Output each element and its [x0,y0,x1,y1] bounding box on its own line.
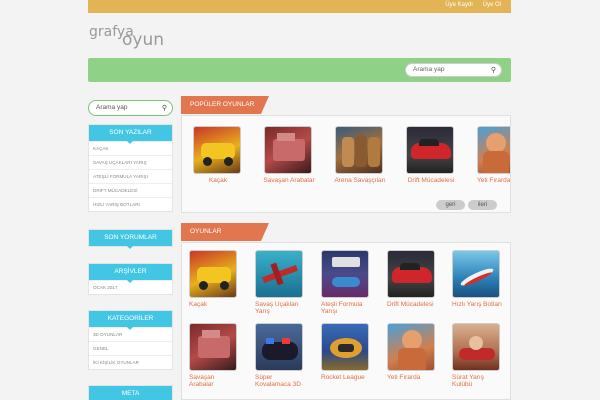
main-nav-bar: Arama yap ⚲ [88,58,511,82]
game-card[interactable]: Hızlı Yarış Botları [452,250,502,308]
popular-games-panel: Kaçak Savaşan Arabalar Arena Savaşçıları… [181,115,511,213]
widget-title: ARŞİVLER [89,264,172,283]
game-card[interactable]: Savaşan Arabalar [189,323,239,388]
game-title[interactable]: Sürat Yarış Kulübü [452,374,502,388]
sidebar-search-placeholder: Arama yap [96,104,128,111]
game-thumbnail[interactable] [477,126,510,174]
search-icon[interactable]: ⚲ [491,66,496,74]
game-title[interactable]: Arena Savaşçıları [325,177,395,184]
game-title[interactable]: Savaşan Arabalar [189,374,239,388]
section-tab-popular: POPÜLER OYUNLAR [181,96,269,114]
widget-categories: KATEGORİLER 3D OYUNLAR GENEL İKİ KİŞİLİK… [88,310,173,370]
sidebar-search-input[interactable]: Arama yap ⚲ [88,100,173,116]
game-thumbnail[interactable] [255,323,303,371]
game-title[interactable]: Kaçak [189,301,239,308]
game-thumbnail[interactable] [264,126,312,174]
recent-post-link[interactable]: DRIFT MÜCADELESİ [89,183,172,197]
widget-title: SON YAZILAR [89,125,172,144]
sidebar: Arama yap ⚲ SON YAZILAR KAÇAK SAVAŞ UÇAK… [88,100,173,400]
register-link[interactable]: Üye Kaydı [445,2,473,8]
game-thumbnail[interactable] [452,323,500,371]
next-button[interactable]: ileri [468,200,497,210]
game-card[interactable]: Yeti Fırarda [387,323,437,381]
game-thumbnail[interactable] [406,126,454,174]
top-bar: Üye Kaydı Üye Ol [88,0,511,13]
top-links: Üye Kaydı Üye Ol [437,2,501,8]
game-title[interactable]: Yeti Fırarda [477,177,510,184]
category-link[interactable]: GENEL [89,341,172,355]
game-title[interactable]: Ateşli Formula Yarışı [321,301,371,315]
game-card[interactable]: Arena Savaşçıları [334,126,386,184]
search-icon[interactable]: ⚲ [162,104,167,112]
game-title[interactable]: Hızlı Yarış Botları [452,301,502,308]
game-title[interactable]: Süper Kovalamaca 3D [255,374,305,388]
game-title[interactable]: Drift Mücadelesi [396,177,466,184]
prev-button[interactable]: geri [436,200,465,210]
game-thumbnail[interactable] [193,126,241,174]
signup-link[interactable]: Üye Ol [483,2,501,8]
widget-recent-comments: SON YORUMLAR [88,229,173,249]
game-thumbnail[interactable] [255,250,303,298]
recent-post-link[interactable]: HIZLI YARIŞ BOTLARI [89,197,172,211]
games-panel: Kaçak Savaş Uçakları Yarış Ateşli Formul… [181,242,511,400]
game-title[interactable]: Savaşan Arabalar [254,177,324,184]
recent-post-link[interactable]: ATEŞLİ FORMULA YARIŞI [89,169,172,183]
game-card[interactable]: Sürat Yarış Kulübü [452,323,502,388]
widget-recent-posts: SON YAZILAR KAÇAK SAVAŞ UÇAKLARI YARIŞ A… [88,124,173,212]
widget-title: KATEGORİLER [89,311,172,330]
game-card[interactable]: Ateşli Formula Yarışı [321,250,371,315]
nav-search-input[interactable]: Arama yap ⚲ [405,63,502,77]
game-thumbnail[interactable] [321,323,369,371]
game-thumbnail[interactable] [189,250,237,298]
game-card[interactable]: Kaçak [193,126,243,184]
game-card[interactable]: Savaş Uçakları Yarış [255,250,305,315]
game-thumbnail[interactable] [335,126,383,174]
widget-title: SON YORUMLAR [89,230,172,249]
game-title[interactable]: Savaş Uçakları Yarış [255,301,305,315]
site-logo[interactable]: grafya oyun [89,21,164,50]
widget-title: META [89,386,172,400]
game-card[interactable]: Yeti Fırarda [477,126,510,184]
nav-search-placeholder: Arama yap [413,66,445,73]
game-title[interactable]: Drift Mücadelesi [387,301,437,308]
game-card[interactable]: Kaçak [189,250,239,308]
game-card[interactable]: Rocket League [321,323,371,381]
game-title[interactable]: Rocket League [321,374,371,381]
widget-meta: META [88,385,173,400]
widget-archives: ARŞİVLER OCAK 2017 [88,263,173,295]
section-tab-games: OYUNLAR [181,223,269,241]
category-link[interactable]: İKİ KİŞİLİK OYUNLAR [89,355,172,369]
game-thumbnail[interactable] [321,250,369,298]
game-thumbnail[interactable] [387,323,435,371]
game-title[interactable]: Yeti Fırarda [387,374,437,381]
game-thumbnail[interactable] [452,250,500,298]
game-thumbnail[interactable] [387,250,435,298]
game-card[interactable]: Drift Mücadelesi [387,250,437,308]
game-title[interactable]: Kaçak [183,177,253,184]
game-card[interactable]: Drift Mücadelesi [406,126,456,184]
game-card[interactable]: Süper Kovalamaca 3D [255,323,305,388]
game-card[interactable]: Savaşan Arabalar [263,126,315,184]
logo-line2: oyun [122,30,165,50]
recent-post-link[interactable]: SAVAŞ UÇAKLARI YARIŞ [89,155,172,169]
game-thumbnail[interactable] [189,323,237,371]
